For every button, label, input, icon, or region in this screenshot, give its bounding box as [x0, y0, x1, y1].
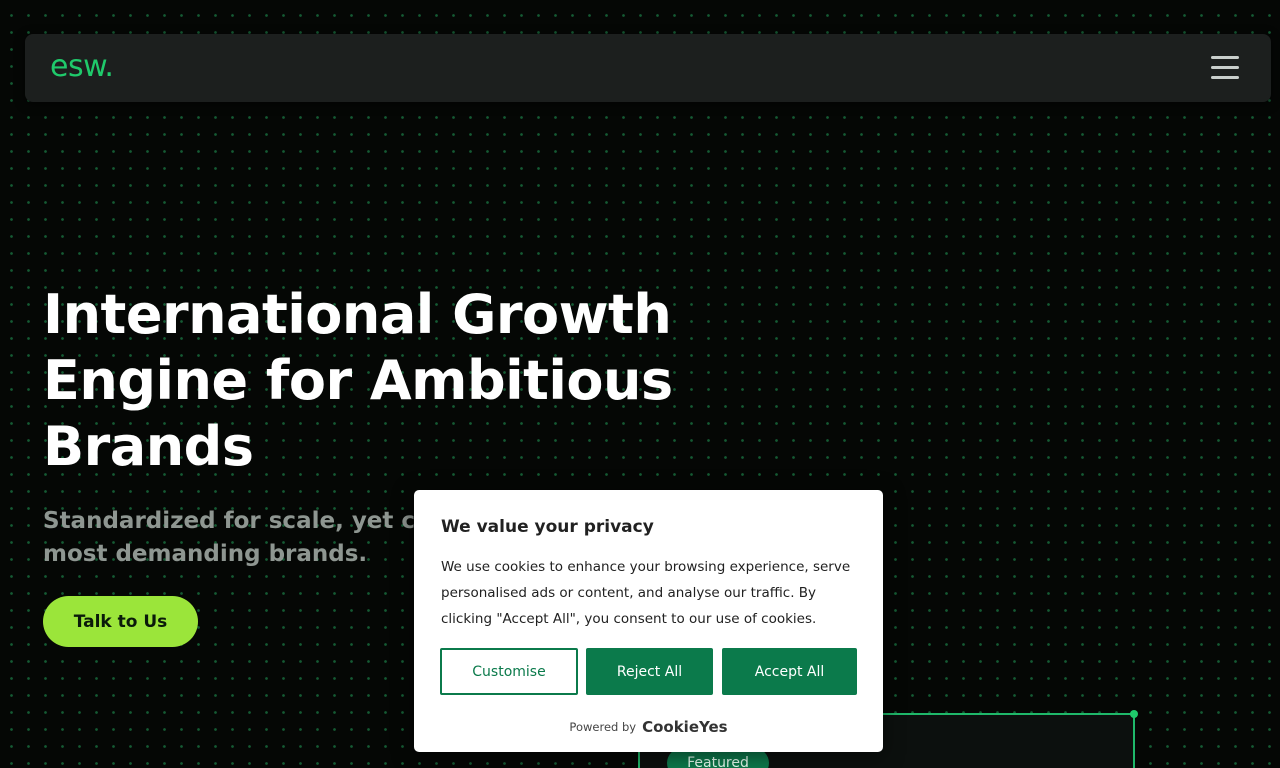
esw-logo[interactable]: esw.: [50, 48, 114, 86]
cookie-dialog-title: We value your privacy: [441, 517, 654, 537]
cookieyes-logo: CookieYes: [642, 718, 728, 736]
menu-bar-line: [1211, 76, 1239, 79]
card-corner-dot: [1130, 710, 1138, 718]
talk-to-us-button[interactable]: Talk to Us: [43, 596, 198, 647]
reject-all-button[interactable]: Reject All: [586, 648, 713, 695]
powered-by-label: Powered by: [569, 720, 637, 734]
hero-title: International Growth Engine for Ambitiou…: [43, 282, 683, 480]
cookie-dialog-text: We use cookies to enhance your browsing …: [441, 559, 851, 627]
accept-all-button[interactable]: Accept All: [722, 648, 857, 695]
customise-button[interactable]: Customise: [440, 648, 578, 695]
top-navbar: esw.: [25, 34, 1271, 102]
hero-title-line: Engine for Ambitious: [43, 349, 673, 412]
menu-bar-line: [1211, 56, 1239, 59]
hero-title-line: International Growth: [43, 283, 672, 346]
cookie-consent-dialog: We value your privacy We use cookies to …: [414, 490, 883, 752]
hamburger-menu-icon[interactable]: [1211, 54, 1239, 82]
menu-bar-line: [1211, 66, 1239, 69]
powered-by-cookieyes[interactable]: Powered by CookieYes: [414, 718, 883, 736]
hero-title-line: Brands: [43, 415, 254, 478]
